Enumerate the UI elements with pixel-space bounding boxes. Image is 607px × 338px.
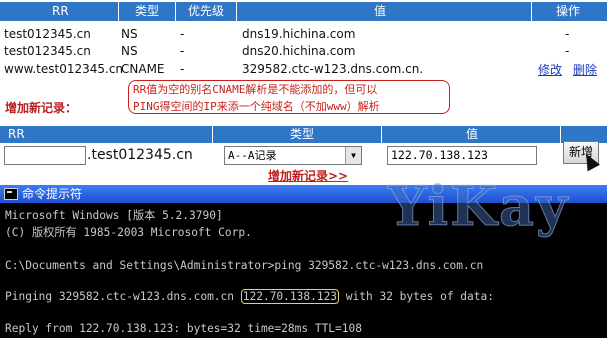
pinging-tail: with 32 bytes of data: [339, 290, 494, 303]
watermark-logo: YiKay [387, 174, 570, 239]
row-1-rr: test012345.cn [4, 27, 91, 41]
domain-suffix: .test012345.cn [87, 147, 193, 163]
add-col-header-value-label: 值 [466, 127, 479, 141]
pinging-text: Pinging 329582.ctc-w123.dns.com.cn [5, 290, 241, 303]
add-record-title: 增加新记录： [5, 101, 78, 115]
annotation-line-1: RR值为空的别名CNAME解析是不能添加的，但可以 [133, 83, 378, 96]
row-3-rr: www.test012345.cn [4, 62, 124, 76]
type-select[interactable]: A--A记录 ▼ [224, 146, 362, 165]
col-header-rr-label: RR [52, 4, 69, 18]
command-prompt-icon [4, 188, 18, 200]
col-header-priority: 优先级 [176, 2, 236, 21]
col-header-action: 操作 [532, 2, 607, 21]
add-col-header-rr-label: RR [8, 127, 25, 141]
row-1-priority: - [180, 27, 185, 41]
row-3-priority: - [180, 62, 185, 76]
row-2-type: NS [121, 44, 138, 58]
row-3-type: CNAME [121, 62, 165, 76]
rr-input[interactable] [4, 146, 86, 165]
value-input[interactable]: 122.70.138.123 [387, 146, 537, 165]
console-line-reply: Reply from 122.70.138.123: bytes=32 time… [5, 322, 362, 335]
col-header-action-label: 操作 [556, 4, 581, 18]
add-col-header-type-label: 类型 [290, 127, 315, 141]
console-line-ping-command: C:\Documents and Settings\Administrator>… [5, 259, 484, 272]
type-select-value: A--A记录 [228, 149, 277, 162]
col-header-type-label: 类型 [135, 4, 160, 18]
console-line-pinging: Pinging 329582.ctc-w123.dns.com.cn 122.7… [5, 289, 494, 304]
col-header-value-label: 值 [374, 4, 387, 18]
row-2-value: dns20.hichina.com [242, 44, 356, 58]
highlighted-ip: 122.70.138.123 [240, 289, 340, 304]
col-header-value: 值 [237, 2, 531, 21]
row-2-priority: - [180, 44, 185, 58]
console-title: 命令提示符 [22, 187, 83, 201]
add-col-header-rr: RR [0, 126, 212, 143]
col-header-priority-label: 优先级 [188, 4, 225, 18]
col-header-rr: RR [0, 2, 118, 21]
edit-link[interactable]: 修改 [538, 62, 562, 78]
delete-link[interactable]: 删除 [573, 62, 597, 78]
annotation-line-2: PING得空间的IP来添一个纯域名（不加www）解析 [133, 100, 380, 113]
col-header-type: 类型 [119, 2, 175, 21]
row-1-action: - [565, 27, 570, 41]
row-2-rr: test012345.cn [4, 44, 91, 58]
chevron-down-icon[interactable]: ▼ [345, 147, 361, 164]
add-more-link[interactable]: 增加新记录>> [268, 167, 348, 184]
row-1-type: NS [121, 27, 138, 41]
add-col-header-type: 类型 [213, 126, 381, 143]
row-3-value: 329582.ctc-w123.dns.com.cn. [242, 62, 424, 76]
row-2-action: - [565, 44, 570, 58]
row-1-value: dns19.hichina.com [242, 27, 356, 41]
annotation-note: RR值为空的别名CNAME解析是不能添加的，但可以 PING得空间的IP来添一个… [128, 80, 450, 114]
console-line-2: (C) 版权所有 1985-2003 Microsoft Corp. [5, 226, 252, 239]
console-line-1: Microsoft Windows [版本 5.2.3790] [5, 209, 223, 222]
add-col-header-value: 值 [382, 126, 560, 143]
